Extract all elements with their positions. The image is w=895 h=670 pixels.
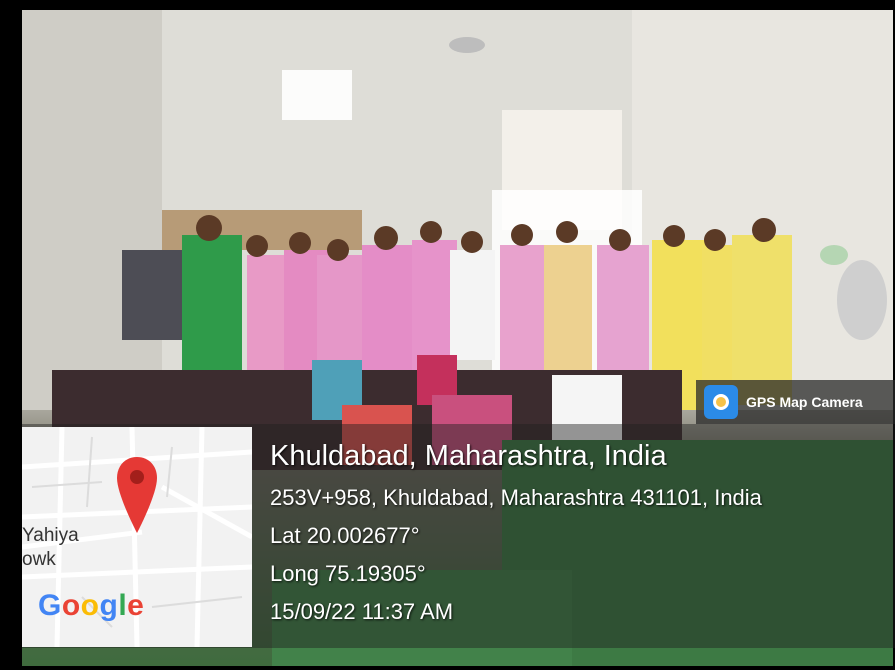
location-address: 253V+958, Khuldabad, Maharashtra 431101,… — [270, 485, 762, 510]
map-label-bottom: owk — [22, 549, 56, 570]
location-map: Yahiya owk Google — [22, 427, 252, 647]
map-label-top: Yahiya — [22, 525, 79, 546]
latitude: Lat 20.002677° — [270, 523, 420, 548]
badge-label: GPS Map Camera — [746, 394, 863, 410]
image-frame: GPS Map Camera Yahiya owk Google Khuldab… — [0, 0, 895, 670]
datetime: 15/09/22 11:37 AM — [270, 599, 454, 624]
camera-pin-icon — [704, 385, 738, 419]
location-title: Khuldabad, Maharashtra, India — [270, 440, 667, 472]
location-details: Khuldabad, Maharashtra, India 253V+958, … — [270, 440, 762, 637]
longitude: Long 75.19305° — [270, 561, 426, 586]
gps-map-camera-badge: GPS Map Camera — [696, 380, 895, 424]
google-logo: Google — [38, 589, 145, 622]
location-pin-icon — [117, 457, 157, 533]
